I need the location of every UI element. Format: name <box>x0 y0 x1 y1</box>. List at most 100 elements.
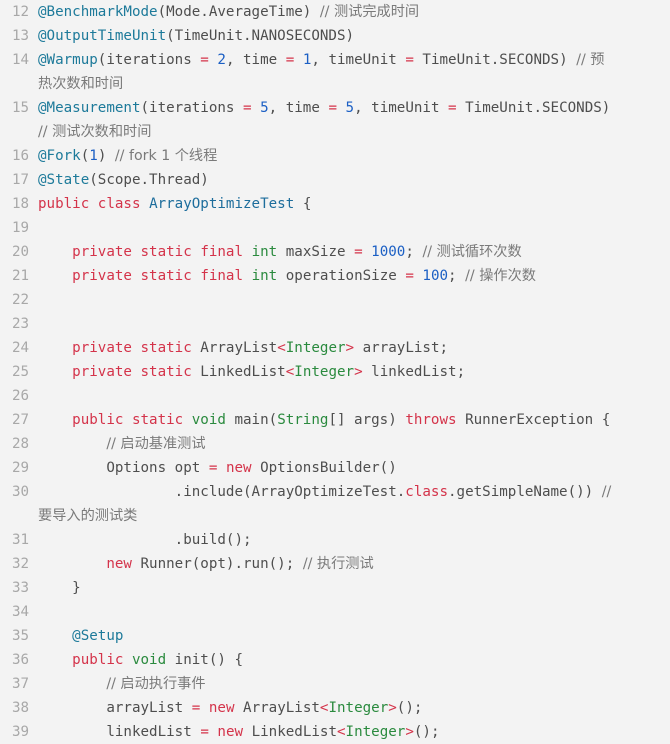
keyword-token: public <box>72 652 124 668</box>
keyword-token: final <box>200 244 244 260</box>
code-line[interactable]: 39 linkedList = new LinkedList<Integer>(… <box>0 720 670 744</box>
type-token: Integer <box>294 364 355 380</box>
code-line[interactable]: 12 @BenchmarkMode(Mode.AverageTime) // 测试… <box>0 0 670 24</box>
line-source: } <box>38 576 670 600</box>
code-editor[interactable]: 12 @BenchmarkMode(Mode.AverageTime) // 测试… <box>0 0 670 744</box>
code-line[interactable]: 25 private static LinkedList<Integer> li… <box>0 360 670 384</box>
code-text: { <box>294 196 312 212</box>
line-number: 33 <box>12 580 30 596</box>
line-number: 39 <box>12 724 30 740</box>
number-token: 5 <box>260 100 269 116</box>
code-line[interactable]: 20 private static final int maxSize = 10… <box>0 240 670 264</box>
line-number: 29 <box>12 460 30 476</box>
code-line[interactable]: 32 new Runner(opt).run(); // 执行测试 <box>0 552 670 576</box>
comment-token: // 测试完成时间 <box>319 4 420 20</box>
line-source: public static void main(String[] args) t… <box>38 408 670 432</box>
code-line[interactable]: 23 <box>0 312 670 336</box>
code-text: ( <box>80 148 90 164</box>
code-text: } <box>38 580 81 596</box>
line-number: 21 <box>12 268 30 284</box>
code-line[interactable]: 28 // 启动基准测试 <box>0 432 670 456</box>
code-line[interactable]: 22 <box>0 288 670 312</box>
line-source <box>38 288 670 312</box>
code-line[interactable]: 21 private static final int operationSiz… <box>0 264 670 288</box>
code-line[interactable]: 37 // 启动执行事件 <box>0 672 670 696</box>
operator-token: = <box>405 268 414 284</box>
annotation-token: @OutputTimeUnit <box>38 28 167 44</box>
operator-token: > <box>345 340 355 356</box>
line-number: 16 <box>12 148 30 164</box>
line-source: .include(ArrayOptimizeTest.class.getSimp… <box>38 480 670 504</box>
operator-token: = <box>405 52 414 68</box>
operator-token: = <box>200 724 209 740</box>
code-line[interactable]: 36 public void init() { <box>0 648 670 672</box>
code-line[interactable]: 30 .include(ArrayOptimizeTest.class.getS… <box>0 480 670 504</box>
code-line[interactable]: 34 <box>0 600 670 624</box>
code-line[interactable]: 35 @Setup <box>0 624 670 648</box>
code-text: ) <box>97 148 115 164</box>
code-line[interactable]: 26 <box>0 384 670 408</box>
line-source: @Fork(1) // fork 1 个线程 <box>38 144 670 168</box>
wrapped-line-continuation: 要导入的测试类 <box>0 504 670 528</box>
line-source: private static LinkedList<Integer> linke… <box>38 360 670 384</box>
line-source: arrayList = new ArrayList<Integer>(); <box>38 696 670 720</box>
line-number: 36 <box>12 652 30 668</box>
line-number: 30 <box>12 484 30 500</box>
code-line[interactable]: 27 public static void main(String[] args… <box>0 408 670 432</box>
line-source: public class ArrayOptimizeTest { <box>38 192 670 216</box>
line-source: @Measurement(iterations = 5, time = 5, t… <box>38 96 670 120</box>
code-line[interactable]: 18 public class ArrayOptimizeTest { <box>0 192 670 216</box>
type-token: void <box>131 652 167 668</box>
line-source: // 启动执行事件 <box>38 672 670 696</box>
comment-token: // fork 1 个线程 <box>114 148 218 164</box>
code-line[interactable]: 17 @State(Scope.Thread) <box>0 168 670 192</box>
annotation-token: @Fork <box>38 148 81 164</box>
code-line[interactable]: 33 } <box>0 576 670 600</box>
keyword-token: final <box>200 268 244 284</box>
code-line[interactable]: 13 @OutputTimeUnit(TimeUnit.NANOSECONDS) <box>0 24 670 48</box>
code-text: RunnerException { <box>456 412 611 428</box>
code-line[interactable]: 14 @Warmup(iterations = 2, time = 1, time… <box>0 48 670 72</box>
code-text: Runner(opt).run(); <box>131 556 303 572</box>
number-token: 1 <box>89 148 98 164</box>
code-text: operationSize <box>277 268 406 284</box>
code-line[interactable]: 15 @Measurement(iterations = 5, time = 5,… <box>0 96 670 120</box>
keyword-token: new <box>106 556 132 572</box>
code-text: (iterations <box>140 100 243 116</box>
code-line[interactable]: 16 @Fork(1) // fork 1 个线程 <box>0 144 670 168</box>
code-text: ArrayList <box>191 340 278 356</box>
class-name-token: ArrayOptimizeTest <box>149 196 295 212</box>
line-number: 18 <box>12 196 30 212</box>
type-token: void <box>191 412 226 428</box>
comment-token: // 启动执行事件 <box>106 676 206 692</box>
line-number: 25 <box>12 364 30 380</box>
code-text: (Scope.Thread) <box>89 172 209 188</box>
type-token: String <box>277 412 329 428</box>
number-token: 100 <box>422 268 449 284</box>
operator-token: > <box>405 724 414 740</box>
code-line[interactable]: 31 .build(); <box>0 528 670 552</box>
code-line[interactable]: 19 <box>0 216 670 240</box>
keyword-token: private <box>72 364 132 380</box>
annotation-token: @Warmup <box>38 52 98 68</box>
code-line[interactable]: 38 arrayList = new ArrayList<Integer>(); <box>0 696 670 720</box>
keyword-token: throws <box>405 412 457 428</box>
code-line[interactable]: 24 private static ArrayList<Integer> arr… <box>0 336 670 360</box>
code-text: , time <box>268 100 329 116</box>
keyword-token: static <box>140 364 192 380</box>
code-text: (); <box>413 724 440 740</box>
code-line[interactable]: 29 Options opt = new OptionsBuilder() <box>0 456 670 480</box>
operator-token: = <box>354 244 363 260</box>
code-text: [] args) <box>328 412 406 428</box>
